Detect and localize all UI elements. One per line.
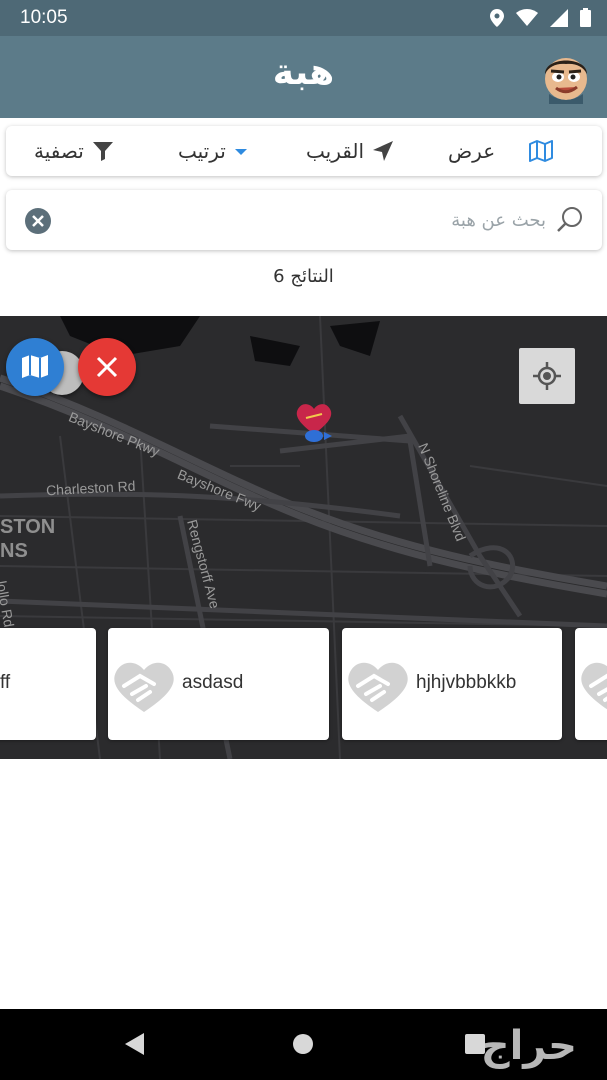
sort-button[interactable]: ترتيب [178, 126, 248, 176]
nav-bar: حراج [0, 1009, 607, 1080]
close-icon [96, 356, 118, 378]
map-icon [529, 140, 553, 162]
location-icon [490, 8, 504, 27]
search-icon[interactable] [556, 206, 584, 234]
filter-button[interactable]: تصفية [34, 126, 114, 176]
crosshair-icon [533, 362, 561, 390]
handshake-heart-icon [114, 662, 174, 712]
heart-marker-icon[interactable] [294, 400, 338, 446]
result-card[interactable]: ff [0, 628, 96, 740]
results-count: النتائج 6 [273, 266, 334, 287]
map-icon [22, 355, 48, 378]
nearby-label: القريب [306, 139, 365, 163]
card-title: asdasd [182, 672, 244, 693]
map-toggle-button[interactable] [6, 338, 64, 396]
battery-icon [580, 8, 591, 27]
close-map-button[interactable] [78, 338, 136, 396]
result-card[interactable]: hjhjvbbbkkb [342, 628, 562, 740]
sort-label: ترتيب [178, 139, 226, 163]
app-title: هبة [272, 52, 335, 93]
map-label-area-a: STON [0, 516, 56, 538]
avatar[interactable] [539, 50, 593, 104]
app-bar: هبة [0, 36, 607, 118]
status-icons [490, 8, 591, 27]
status-time: 10:05 [20, 7, 68, 28]
navigation-arrow-icon [373, 141, 394, 161]
signal-icon [550, 8, 568, 27]
locate-button[interactable] [519, 348, 575, 404]
card-title: ff [0, 672, 11, 693]
watermark: حراج [480, 1023, 577, 1069]
status-bar: 10:05 [0, 0, 607, 36]
filter-icon [92, 142, 113, 161]
home-icon[interactable] [292, 1033, 314, 1055]
search-box [6, 190, 602, 250]
toolbar: تصفية ترتيب القريب عرض [6, 126, 602, 176]
search-input[interactable] [76, 202, 546, 238]
result-card[interactable]: asdasd [108, 628, 329, 740]
clear-icon[interactable] [24, 207, 52, 235]
card-title: hjhjvbbbkkb [416, 672, 517, 693]
display-label: عرض [448, 139, 496, 163]
handshake-heart-icon [581, 662, 607, 710]
wifi-icon [516, 9, 538, 26]
map-view-button[interactable] [528, 126, 554, 176]
chevron-down-icon [234, 149, 247, 155]
map-view[interactable]: Bayshore Pkwy Bayshore Fwy Charleston Rd… [0, 316, 607, 759]
handshake-heart-icon [348, 662, 408, 712]
display-button[interactable]: عرض [448, 126, 495, 176]
nearby-button[interactable]: القريب [306, 126, 394, 176]
filter-label: تصفية [34, 139, 84, 163]
map-label-area-b: NS [0, 540, 28, 562]
back-icon[interactable] [122, 1031, 146, 1057]
result-card[interactable] [575, 628, 607, 740]
